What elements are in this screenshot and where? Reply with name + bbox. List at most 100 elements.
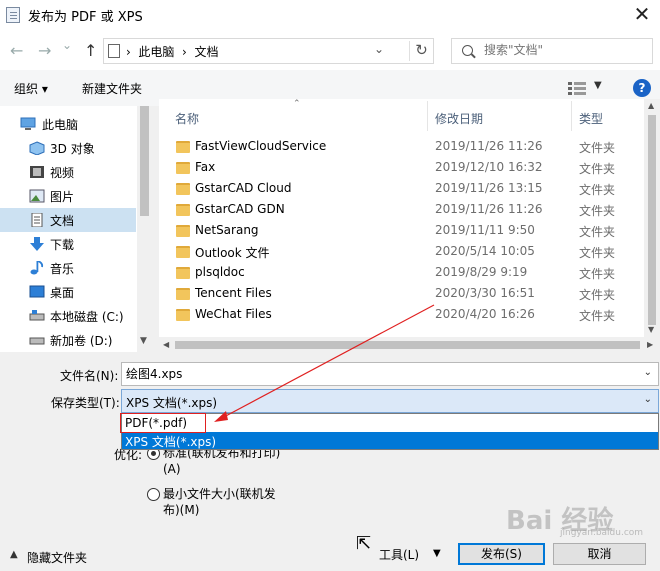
new-folder-button[interactable]: 新建文件夹 [82, 80, 142, 97]
organize-button[interactable]: 组织 ▾ [14, 80, 48, 97]
sidebar-item-label: 新加卷 (D:) [50, 334, 113, 348]
file-row[interactable]: GstarCAD GDN 2019/11/26 11:26 文件夹 [159, 200, 639, 221]
chevron-down-icon[interactable]: ⌄ [644, 367, 652, 378]
filename-input[interactable] [126, 366, 626, 380]
file-date: 2020/3/30 16:51 [435, 286, 535, 300]
folder-icon [176, 204, 190, 216]
scroll-up-icon[interactable]: ▲ [648, 101, 654, 110]
scroll-down-icon[interactable]: ▼ [648, 325, 654, 334]
tools-button[interactable]: 工具(L) [379, 546, 419, 563]
column-header-date[interactable]: 修改日期 [435, 110, 483, 127]
search-box[interactable] [451, 38, 653, 64]
file-row[interactable]: FastViewCloudService 2019/11/26 11:26 文件夹 [159, 137, 639, 158]
tools-dropdown-icon[interactable]: ▼ [433, 548, 441, 559]
up-arrow-icon[interactable]: ↑ [84, 41, 97, 60]
file-name: plsqldoc [195, 265, 245, 279]
navigation-pane: 此电脑 3D 对象 视频 图片 文档 下载 音乐 桌面 本地磁盘 (C:) 新加… [0, 106, 152, 352]
scroll-down-icon[interactable]: ▼ [140, 336, 147, 346]
sidebar-item-label: 音乐 [50, 262, 75, 276]
search-icon [462, 45, 473, 56]
file-list-vertical-scrollbar[interactable]: ▲ ▼ [644, 99, 660, 337]
file-type: 文件夹 [579, 309, 616, 323]
cancel-button[interactable]: 取消 [553, 543, 646, 565]
folder-icon [176, 162, 190, 174]
window-title: 发布为 PDF 或 XPS [28, 10, 143, 25]
file-type: 文件夹 [579, 183, 616, 197]
sidebar-item-downloads[interactable]: 下载 [0, 232, 136, 256]
sidebar-item-video[interactable]: 视频 [0, 160, 136, 184]
sidebar-item-documents[interactable]: 文档 [0, 208, 136, 232]
optimize-minimum-radio[interactable] [147, 488, 160, 501]
chevron-down-icon[interactable]: ⌄ [644, 394, 652, 405]
sidebar-item-label: 文档 [50, 214, 75, 228]
file-name: Outlook 文件 [195, 246, 270, 260]
publish-button[interactable]: 发布(S) [458, 543, 545, 565]
filename-combobox[interactable]: ⌄ [121, 362, 659, 386]
search-input[interactable] [484, 43, 644, 57]
optimize-minimum-label[interactable]: 最小文件大小(联机发 [163, 486, 276, 502]
drive-icon [29, 337, 45, 345]
file-date: 2019/12/10 16:32 [435, 160, 543, 174]
file-row[interactable]: Tencent Files 2020/3/30 16:51 文件夹 [159, 284, 639, 305]
documents-icon [31, 213, 43, 227]
scrollbar-thumb[interactable] [648, 115, 656, 325]
hide-folders-toggle[interactable]: 隐藏文件夹 [27, 549, 87, 566]
file-row[interactable]: plsqldoc 2019/8/29 9:19 文件夹 [159, 263, 639, 284]
file-list-horizontal-scrollbar[interactable]: ◀ ▶ [159, 337, 660, 352]
music-icon [30, 261, 44, 275]
column-header-type[interactable]: 类型 [579, 110, 603, 127]
recent-locations-icon[interactable]: ⌄ [62, 38, 72, 52]
file-type: 文件夹 [579, 246, 616, 260]
file-row[interactable]: Outlook 文件 2020/5/14 10:05 文件夹 [159, 242, 639, 263]
file-row[interactable]: Fax 2019/12/10 16:32 文件夹 [159, 158, 639, 179]
column-divider[interactable] [427, 101, 428, 131]
forward-arrow-icon[interactable]: → [38, 41, 51, 60]
sidebar-item-pictures[interactable]: 图片 [0, 184, 136, 208]
navigation-bar: ← → ⌄ ↑ › 此电脑 › 文档 ⌄ ↻ [0, 30, 660, 70]
file-row[interactable]: GstarCAD Cloud 2019/11/26 13:15 文件夹 [159, 179, 639, 200]
collapse-arrow-icon[interactable]: ▲ [10, 549, 18, 560]
folder-icon [176, 288, 190, 300]
filetype-option-xps[interactable]: XPS 文档(*.xps) [122, 432, 658, 449]
file-row[interactable]: NetSarang 2019/11/11 9:50 文件夹 [159, 221, 639, 242]
sidebar-item-local-disk-c[interactable]: 本地磁盘 (C:) [0, 304, 136, 328]
drive-icon [29, 310, 45, 321]
breadcrumb[interactable]: › 此电脑 › 文档 [126, 43, 219, 60]
sidebar-item-desktop[interactable]: 桌面 [0, 280, 136, 304]
sidebar-item-this-pc[interactable]: 此电脑 [0, 112, 136, 136]
scrollbar-thumb[interactable] [140, 106, 149, 216]
scroll-right-icon[interactable]: ▶ [647, 340, 653, 349]
back-arrow-icon[interactable]: ← [10, 41, 23, 60]
column-divider[interactable] [571, 101, 572, 131]
file-date: 2020/4/20 16:26 [435, 307, 535, 321]
file-row[interactable]: WeChat Files 2020/4/20 16:26 文件夹 [159, 305, 639, 326]
scrollbar-thumb[interactable] [175, 341, 640, 349]
chevron-down-icon[interactable]: ⌄ [374, 42, 384, 56]
documents-icon [108, 44, 120, 58]
refresh-icon[interactable]: ↻ [409, 41, 433, 61]
3d-objects-icon [29, 141, 45, 155]
sidebar-scrollbar[interactable]: ▼ [137, 106, 152, 352]
optimize-minimum-label-cont[interactable]: 布)(M) [163, 502, 199, 518]
sidebar-item-label: 图片 [50, 190, 75, 204]
filetype-select[interactable]: XPS 文档(*.xps) ⌄ [121, 389, 659, 413]
column-header-name[interactable]: 名称 [175, 110, 199, 127]
sidebar-item-music[interactable]: 音乐 [0, 256, 136, 280]
sidebar-item-label: 桌面 [50, 286, 75, 300]
sidebar-item-3d-objects[interactable]: 3D 对象 [0, 136, 136, 160]
sidebar-item-new-volume-d[interactable]: 新加卷 (D:) [0, 328, 136, 352]
file-date: 2019/8/29 9:19 [435, 265, 528, 279]
video-icon [30, 166, 44, 178]
optimize-standard-shortcut[interactable]: (A) [163, 461, 181, 477]
view-dropdown-icon[interactable]: ▼ [594, 80, 602, 91]
file-date: 2019/11/11 9:50 [435, 223, 535, 237]
sidebar-item-label: 视频 [50, 166, 75, 180]
file-date: 2019/11/26 13:15 [435, 181, 543, 195]
file-name: FastViewCloudService [195, 139, 327, 153]
close-button[interactable]: ✕ [624, 0, 660, 30]
address-bar[interactable]: › 此电脑 › 文档 ⌄ ↻ [103, 38, 434, 64]
file-type: 文件夹 [579, 288, 616, 302]
view-options-icon[interactable] [568, 81, 586, 95]
help-icon[interactable]: ? [633, 79, 651, 97]
scroll-left-icon[interactable]: ◀ [163, 340, 169, 349]
